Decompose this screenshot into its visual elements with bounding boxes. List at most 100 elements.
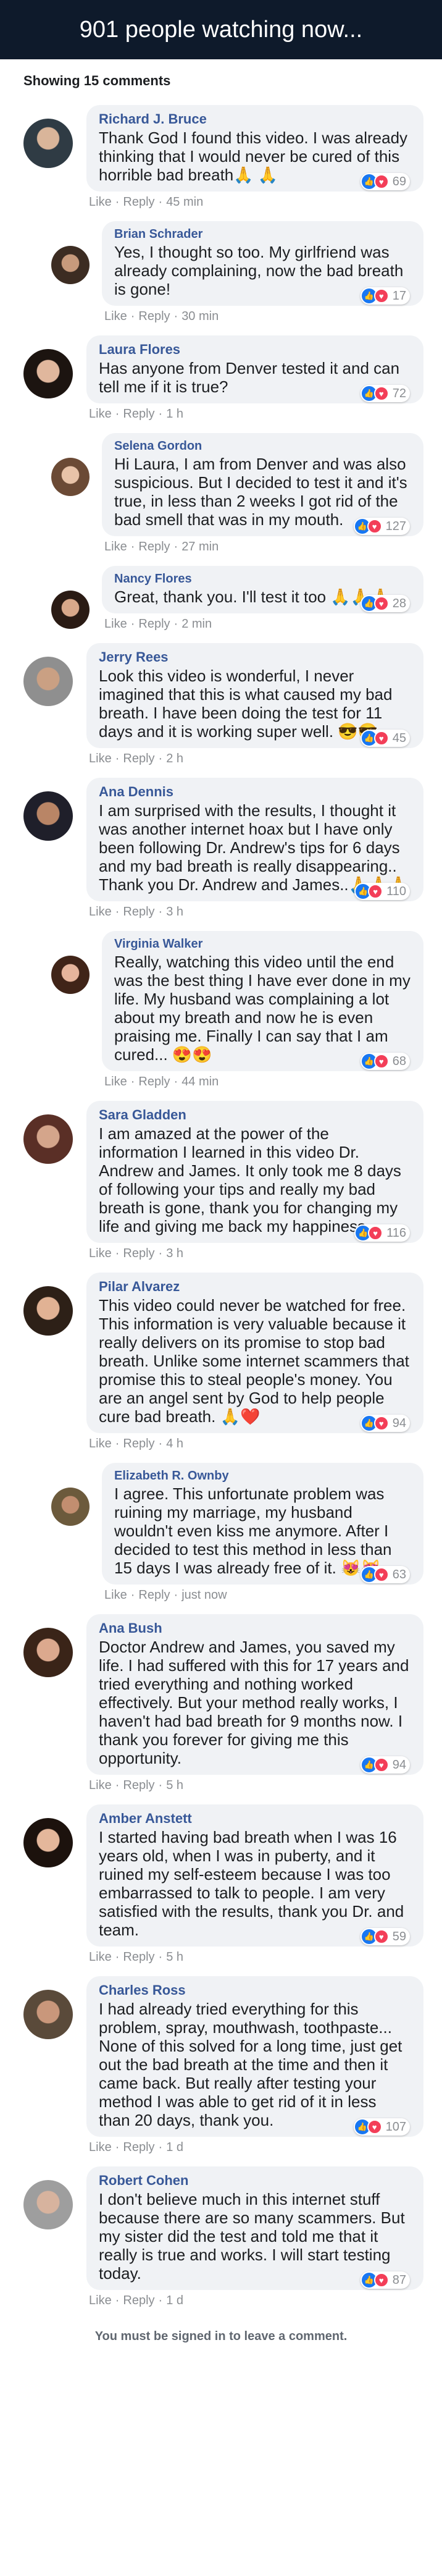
comment-author[interactable]: Sara Gladden [99,1107,411,1123]
separator-dot: · [115,751,120,765]
reaction-summary[interactable]: 👍 ♥ 28 [360,595,410,612]
reply-link[interactable]: Reply [123,1437,154,1451]
reply-link[interactable]: Reply [123,1247,154,1261]
comment-author[interactable]: Selena Gordon [114,439,411,453]
reply-link[interactable]: Reply [138,617,170,631]
comment-time: 30 min [181,309,219,323]
comment-time: 1 d [166,2293,183,2307]
reaction-summary[interactable]: 👍 ♥ 59 [360,1928,410,1945]
reaction-summary[interactable]: 👍 ♥ 94 [360,1415,410,1432]
avatar[interactable] [23,657,73,706]
comment-time: 27 min [181,539,219,554]
separator-dot: · [173,617,178,631]
like-link[interactable]: Like [89,2140,112,2155]
reaction-summary[interactable]: 👍 ♥ 45 [360,730,410,747]
avatar[interactable] [51,956,90,994]
avatar[interactable] [51,246,90,284]
like-link[interactable]: Like [104,1075,127,1089]
avatar[interactable] [23,791,73,841]
reaction-summary[interactable]: 👍 ♥ 87 [360,2271,410,2289]
comment-actions: Like · Reply · 1 h [86,403,423,424]
comment: Amber Anstett I started having bad breath… [23,1804,423,1968]
reply-link[interactable]: Reply [123,1950,154,1964]
separator-dot: · [115,2140,120,2154]
like-link[interactable]: Like [104,309,127,324]
reply-link[interactable]: Reply [123,2140,154,2155]
reply-link[interactable]: Reply [123,752,154,766]
comment-author[interactable]: Ana Dennis [99,784,411,800]
avatar[interactable] [23,1990,73,2039]
comment-bubble: Robert Cohen I don't believe much in this… [86,2166,423,2290]
comment-author[interactable]: Virginia Walker [114,937,411,951]
reply-link[interactable]: Reply [123,2294,154,2308]
separator-dot: · [130,539,135,554]
comment-author[interactable]: Ana Bush [99,1620,411,1636]
like-link[interactable]: Like [104,617,127,631]
reply-link[interactable]: Reply [138,1075,170,1089]
avatar[interactable] [23,1818,73,1867]
comment-author[interactable]: Brian Schrader [114,227,411,242]
reaction-summary[interactable]: 👍 ♥ 69 [360,173,410,190]
reaction-summary[interactable]: 👍 ♥ 17 [360,287,410,305]
comment: Ana Bush Doctor Andrew and James, you sav… [23,1614,423,1796]
avatar[interactable] [51,458,90,496]
reply-comment: Selena Gordon Hi Laura, I am from Denver … [23,433,423,557]
avatar[interactable] [23,119,73,168]
like-link[interactable]: Like [89,1950,112,1964]
avatar[interactable] [51,1488,90,1526]
separator-dot: · [115,904,120,919]
reply-link[interactable]: Reply [138,540,170,554]
reaction-summary[interactable]: 👍 ♥ 110 [354,883,410,900]
avatar[interactable] [23,1628,73,1677]
comment-body: Selena Gordon Hi Laura, I am from Denver … [102,433,423,557]
like-link[interactable]: Like [89,195,112,209]
comment-author[interactable]: Jerry Rees [99,649,411,665]
reaction-summary[interactable]: 👍 ♥ 63 [360,1566,410,1583]
comment-bubble: Richard J. Bruce Thank God I found this v… [86,105,423,192]
like-link[interactable]: Like [89,1247,112,1261]
separator-dot: · [158,406,163,421]
comment-author[interactable]: Charles Ross [99,1982,411,1998]
reaction-count: 127 [385,519,406,533]
like-link[interactable]: Like [89,2294,112,2308]
like-link[interactable]: Like [104,1588,127,1602]
comment-author[interactable]: Robert Cohen [99,2173,411,2189]
reply-link[interactable]: Reply [138,1588,170,1602]
comment-author[interactable]: Richard J. Bruce [99,111,411,127]
avatar[interactable] [23,1114,73,1164]
avatar[interactable] [23,349,73,398]
reaction-summary[interactable]: 👍 ♥ 107 [353,2118,410,2136]
reply-link[interactable]: Reply [123,905,154,919]
reply-link[interactable]: Reply [123,1778,154,1793]
like-link[interactable]: Like [89,1778,112,1793]
like-link[interactable]: Like [89,905,112,919]
like-link[interactable]: Like [89,1437,112,1451]
reply-link[interactable]: Reply [123,195,154,209]
avatar[interactable] [23,2180,73,2229]
comment-author[interactable]: Elizabeth R. Ownby [114,1469,411,1483]
comment-author[interactable]: Nancy Flores [114,572,411,586]
comment-author[interactable]: Laura Flores [99,342,411,358]
like-link[interactable]: Like [89,407,112,421]
comment-body: Pilar Alvarez This video could never be w… [86,1273,423,1454]
comment-author[interactable]: Pilar Alvarez [99,1279,411,1295]
reaction-summary[interactable]: 👍 ♥ 72 [360,385,410,402]
like-link[interactable]: Like [104,540,127,554]
separator-dot: · [173,539,178,554]
separator-dot: · [115,195,120,209]
comment-actions: Like · Reply · 4 h [86,1433,423,1454]
comment-actions: Like · Reply · 30 min [102,306,423,327]
reaction-summary[interactable]: 👍 ♥ 116 [354,1224,410,1242]
reaction-summary[interactable]: 👍 ♥ 94 [360,1756,410,1774]
comment-author[interactable]: Amber Anstett [99,1811,411,1827]
avatar[interactable] [23,1286,73,1336]
reaction-summary[interactable]: 👍 ♥ 127 [353,518,410,535]
reaction-summary[interactable]: 👍 ♥ 68 [360,1053,410,1070]
comment: Sara Gladden I am amazed at the power of … [23,1101,423,1264]
avatar[interactable] [51,591,90,629]
like-link[interactable]: Like [89,752,112,766]
reply-link[interactable]: Reply [123,407,154,421]
reply-link[interactable]: Reply [138,309,170,324]
comment-time: just now [181,1588,227,1602]
comment-body: Virginia Walker Really, watching this vid… [102,931,423,1092]
